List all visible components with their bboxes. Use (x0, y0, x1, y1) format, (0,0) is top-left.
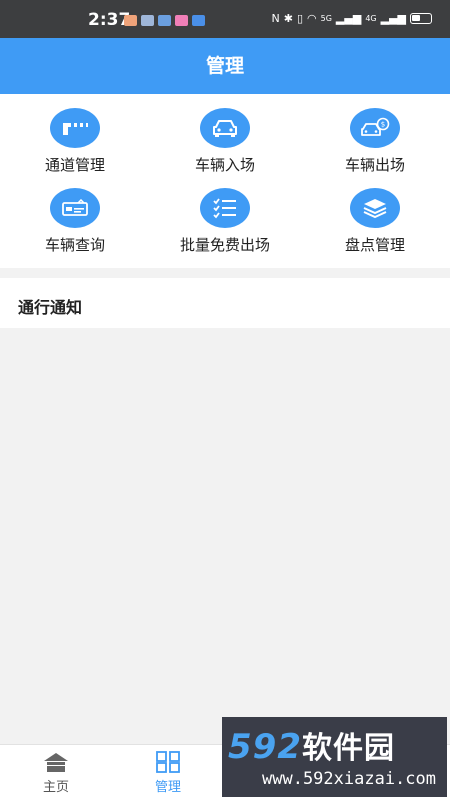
barrier-gate-icon (50, 108, 100, 148)
watermark-url: www.592xiazai.com (262, 769, 436, 789)
menu-label: 车辆查询 (44, 236, 105, 254)
car-enter-icon (200, 108, 250, 148)
notification-icons (124, 15, 205, 26)
menu-item-vehicle-exit[interactable]: $ 车辆出场 (300, 94, 450, 174)
license-plate-icon (50, 188, 100, 228)
home-icon (44, 753, 68, 772)
site-watermark: 592软件园 www.592xiazai.com (222, 717, 447, 797)
network-5g-label: 5G (320, 14, 332, 23)
tab-label: 主页 (42, 780, 69, 795)
system-icons: N ✱ ▯ ◠ 5G ▂▄▆ 4G ▂▄▆ (271, 12, 432, 25)
menu-item-vehicle-query[interactable]: 车辆查询 (0, 174, 150, 254)
nfc-icon: N (271, 12, 280, 25)
watermark-brand-text: 软件园 (301, 731, 395, 766)
wifi-icon: ◠ (307, 12, 317, 25)
watermark-brand: 592软件园 (228, 723, 395, 767)
status-bar: 2:37 N ✱ ▯ ◠ 5G ▂▄▆ 4G ▂▄▆ (0, 0, 450, 38)
grid-icon (156, 751, 180, 773)
tab-management[interactable]: 管理 (112, 745, 224, 800)
image-notification-icon (158, 15, 171, 26)
network-4g-label: 4G (365, 14, 377, 23)
bluetooth-icon: ✱ (283, 12, 293, 25)
notice-title: 通行通知 (18, 298, 83, 317)
menu-label: 批量免费出场 (179, 236, 270, 254)
cloud-notification-icon (192, 15, 205, 26)
management-menu: 通道管理 车辆入场 $ 车辆出场 车辆查询 批量免费出场 盘点管理 (0, 94, 450, 268)
notice-section: 通行通知 (0, 278, 450, 328)
notice-list (0, 330, 450, 744)
gallery-notification-icon (175, 15, 188, 26)
menu-label: 通道管理 (44, 156, 105, 174)
menu-label: 盘点管理 (344, 236, 405, 254)
stack-layers-icon (350, 188, 400, 228)
vibrate-icon: ▯ (296, 12, 304, 25)
menu-label: 车辆入场 (194, 156, 255, 174)
menu-item-vehicle-entry[interactable]: 车辆入场 (150, 94, 300, 174)
app-notification-icon (141, 15, 154, 26)
signal-icon-2: ▂▄▆ (380, 12, 406, 25)
watermark-brand-number: 592 (228, 727, 302, 767)
page-title: 管理 (0, 38, 450, 94)
tab-home[interactable]: 主页 (0, 745, 112, 800)
signal-icon: ▂▄▆ (335, 12, 362, 25)
menu-item-channel-management[interactable]: 通道管理 (0, 94, 150, 174)
menu-label: 车辆出场 (344, 156, 405, 174)
message-notification-icon (124, 15, 137, 26)
battery-icon (410, 13, 432, 24)
checklist-icon (200, 188, 250, 228)
svg-text:$: $ (381, 121, 385, 129)
tab-label: 管理 (154, 780, 181, 795)
car-exit-payment-icon: $ (350, 108, 400, 148)
menu-item-batch-free-exit[interactable]: 批量免费出场 (150, 174, 300, 254)
menu-item-inventory-management[interactable]: 盘点管理 (300, 174, 450, 254)
